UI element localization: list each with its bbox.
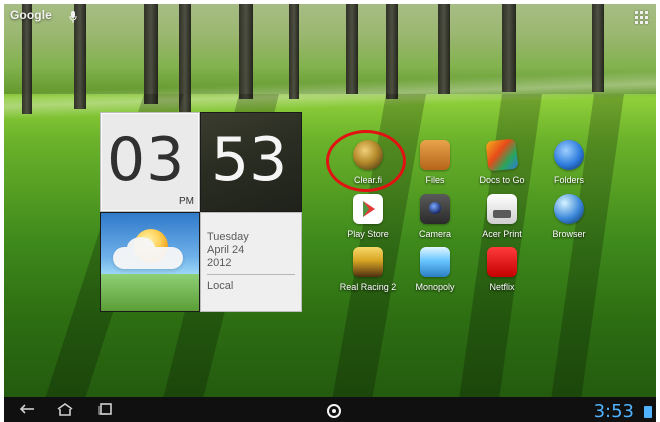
app-docs-to-go[interactable]: Docs to Go: [470, 138, 534, 198]
app-label: Real Racing 2: [339, 282, 397, 292]
app-folders[interactable]: Folders: [537, 140, 601, 198]
wallpaper-tree-trunk: [346, 4, 358, 94]
home-svg: [57, 403, 73, 416]
weather-panel[interactable]: [100, 212, 200, 312]
app-files[interactable]: Files: [403, 140, 467, 198]
wallpaper-tree-trunk: [144, 4, 158, 104]
recents-svg: [98, 403, 112, 415]
clock-hours-value: 03: [107, 125, 186, 195]
app-camera[interactable]: Camera: [403, 194, 467, 252]
racing-icon: [353, 247, 383, 277]
docs-icon: [485, 138, 519, 172]
wallpaper-tree-trunk: [179, 4, 191, 124]
app-label: Acer Print: [482, 229, 522, 239]
app-label: Folders: [553, 175, 584, 185]
app-netflix[interactable]: Netflix: [470, 247, 534, 305]
center-indicator-icon[interactable]: [327, 404, 341, 418]
clock-minutes[interactable]: 53: [200, 112, 302, 212]
battery-icon[interactable]: [644, 406, 652, 418]
system-time[interactable]: 3:53: [594, 401, 634, 422]
back-icon[interactable]: [18, 402, 36, 418]
date-divider: [207, 274, 295, 275]
recents-icon[interactable]: [96, 402, 114, 418]
cloud-icon: [113, 237, 183, 269]
files-icon: [420, 140, 450, 170]
date-weekday: Tuesday: [207, 231, 249, 243]
app-real-racing-2[interactable]: Real Racing 2: [336, 247, 400, 305]
date-panel[interactable]: Tuesday April 24 2012 Local: [200, 212, 302, 312]
netflix-icon: [487, 247, 517, 277]
browser-icon: [554, 194, 584, 224]
google-search-label[interactable]: Google: [10, 8, 52, 22]
apps-grid-icon[interactable]: [635, 11, 649, 25]
camera-icon: [420, 194, 450, 224]
print-tray: [493, 210, 511, 218]
date-location: Local: [207, 280, 234, 292]
app-label: Netflix: [489, 282, 515, 292]
mic-svg: [69, 11, 77, 23]
back-svg: [19, 404, 34, 414]
app-label: Monopoly: [415, 282, 455, 292]
play-store-icon: [353, 194, 383, 224]
highlight-circle: [326, 130, 406, 192]
print-icon: [487, 194, 517, 224]
camera-lens: [429, 202, 441, 214]
app-play-store[interactable]: Play Store: [336, 194, 400, 252]
home-icon[interactable]: [56, 402, 74, 418]
folders-icon: [554, 140, 584, 170]
clock-minutes-value: 53: [211, 125, 288, 195]
wallpaper-tree-trunk: [239, 4, 253, 99]
wallpaper-tree-trunk: [592, 4, 604, 92]
date-year: 2012: [207, 257, 232, 269]
app-label: Browser: [552, 229, 586, 239]
app-label: Play Store: [347, 229, 389, 239]
device-frame: Google 03 PM 53 Tuesday April 24 2012 Lo…: [0, 0, 660, 422]
app-monopoly[interactable]: Monopoly: [403, 247, 467, 305]
app-label: Files: [425, 175, 445, 185]
wallpaper-tree-trunk: [502, 4, 516, 92]
wallpaper-tree-trunk: [438, 4, 450, 94]
wallpaper-tree-trunk: [386, 4, 398, 99]
app-label: Docs to Go: [479, 175, 525, 185]
date-month-day: April 24: [207, 244, 245, 256]
monopoly-icon: [420, 247, 450, 277]
wallpaper-tree-trunk: [289, 4, 299, 99]
app-label: Camera: [418, 229, 451, 239]
clock-ampm: PM: [179, 196, 194, 207]
app-browser[interactable]: Browser: [537, 194, 601, 252]
app-acer-print[interactable]: Acer Print: [470, 194, 534, 252]
clock-hours[interactable]: 03 PM: [100, 112, 200, 212]
mic-icon[interactable]: [68, 10, 78, 24]
google-search-text: Google: [10, 8, 52, 22]
play-store-svg: [363, 201, 375, 217]
